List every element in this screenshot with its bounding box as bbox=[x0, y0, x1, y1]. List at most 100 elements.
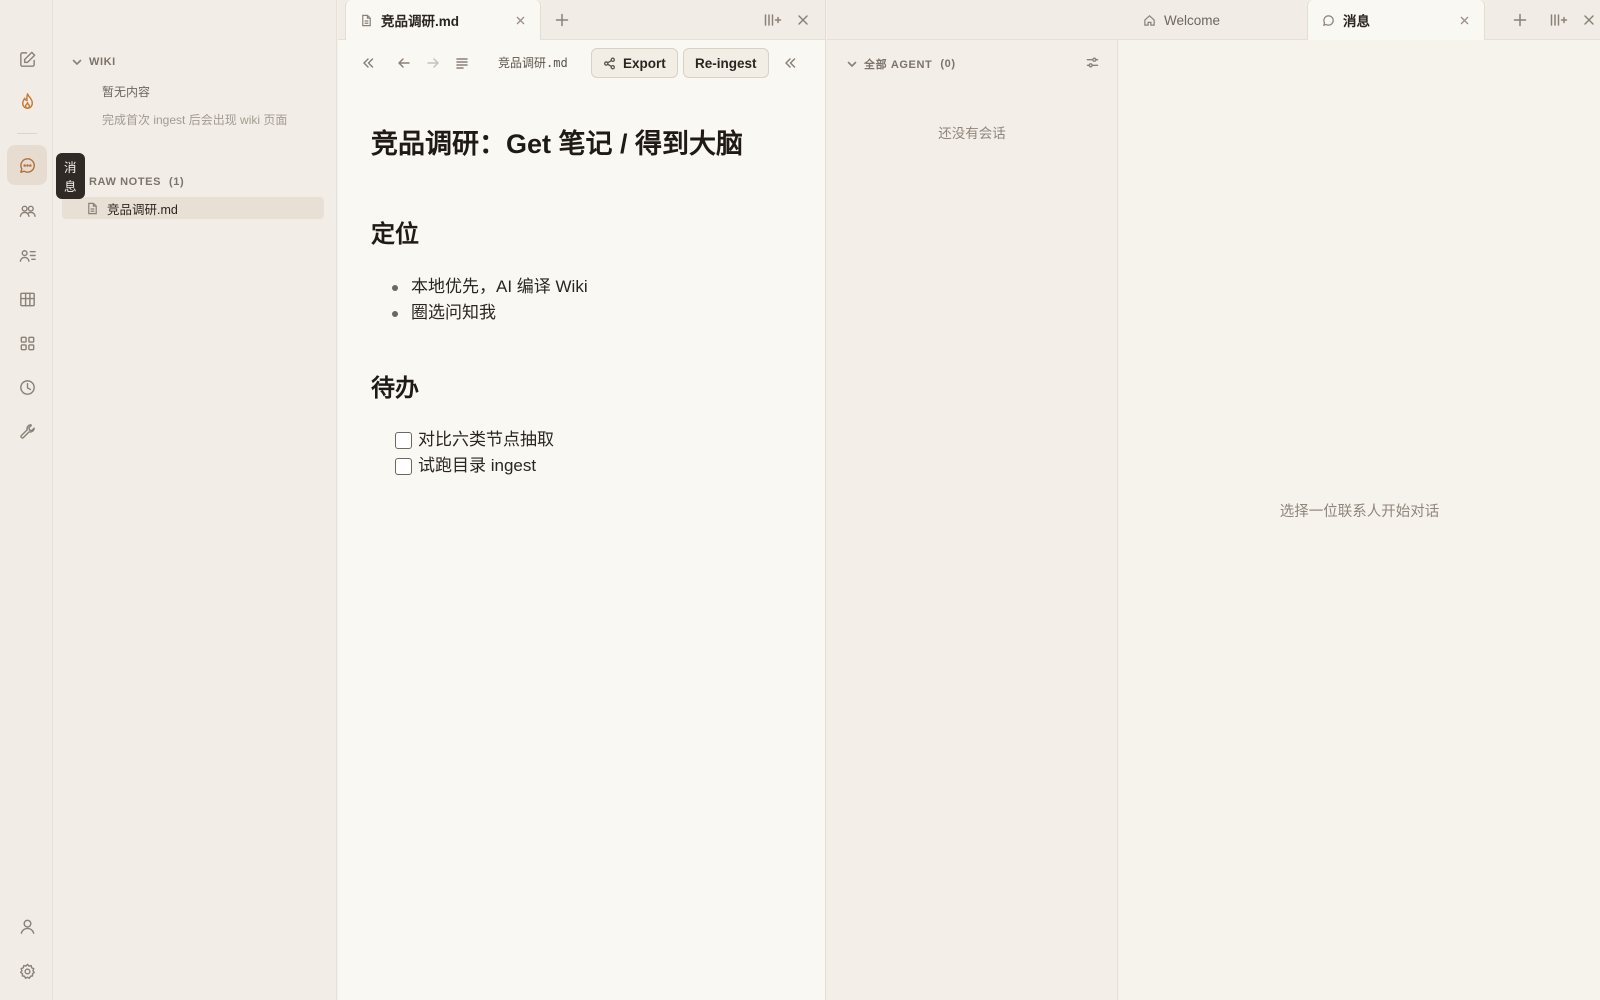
tab-label: 消息 bbox=[1343, 14, 1370, 29]
list-item: 圈选问知我 bbox=[371, 300, 588, 326]
wiki-section-title: WIKI bbox=[89, 56, 116, 68]
chat-icon bbox=[19, 157, 35, 173]
close-pane-button[interactable] bbox=[1579, 10, 1599, 30]
split-icon bbox=[764, 14, 782, 26]
outline-button[interactable] bbox=[452, 53, 472, 73]
collapse-left-button[interactable] bbox=[358, 53, 378, 73]
reingest-label: Re-ingest bbox=[695, 55, 757, 71]
outline-icon bbox=[456, 58, 468, 69]
board-icon bbox=[19, 292, 35, 306]
divider bbox=[17, 133, 37, 134]
chevron-down-icon bbox=[847, 61, 857, 67]
chat-placeholder: 选择一位联系人开始对话 bbox=[1279, 504, 1440, 520]
new-tab-button[interactable] bbox=[1510, 10, 1530, 30]
plus-icon bbox=[555, 13, 569, 27]
forward-button[interactable] bbox=[423, 53, 443, 73]
contacts-button[interactable] bbox=[7, 235, 47, 275]
close-icon bbox=[798, 15, 808, 25]
tab-messages[interactable]: 消息 bbox=[1307, 0, 1485, 40]
agent-header-label: 全部 AGENT bbox=[864, 59, 933, 71]
settings-icon bbox=[19, 963, 35, 979]
wiki-section-header[interactable]: WIKI bbox=[71, 56, 116, 68]
tools-button[interactable] bbox=[7, 411, 47, 451]
share-icon bbox=[604, 57, 615, 69]
tab-competitive-research[interactable]: 竞品调研.md bbox=[345, 0, 541, 40]
file-icon bbox=[88, 202, 97, 214]
arrow-left-icon bbox=[398, 58, 410, 68]
agent-section-header[interactable]: 全部 AGENT (0) bbox=[846, 56, 956, 72]
sliders-icon bbox=[1086, 57, 1098, 67]
arrow-right-icon bbox=[427, 58, 439, 68]
section-heading-positioning: 定位 bbox=[371, 221, 419, 248]
editor-toolbar: 竞品调研.md Export Re-ingest bbox=[338, 40, 825, 86]
filter-button[interactable] bbox=[1082, 52, 1102, 72]
chat-icon bbox=[1322, 14, 1334, 26]
todo-checkbox[interactable] bbox=[395, 431, 412, 449]
activity-bar: 消息 bbox=[0, 0, 85, 1000]
export-button[interactable]: Export bbox=[591, 48, 678, 78]
split-pane-button[interactable] bbox=[762, 10, 784, 30]
bullet-list: 本地优先，AI 编译 Wiki 圈选问知我 bbox=[371, 274, 588, 326]
apps-icon bbox=[20, 336, 34, 350]
split-icon bbox=[1550, 14, 1568, 26]
account-button[interactable] bbox=[7, 906, 47, 946]
chevron-down-icon bbox=[72, 59, 82, 65]
board-button[interactable] bbox=[7, 279, 47, 319]
section-heading-todo: 待办 bbox=[371, 375, 419, 402]
file-icon bbox=[362, 14, 371, 26]
tab-label: Welcome bbox=[1164, 12, 1221, 28]
chat-area: 选择一位联系人开始对话 bbox=[1119, 40, 1600, 1000]
reingest-button[interactable]: Re-ingest bbox=[683, 48, 769, 78]
close-icon bbox=[1584, 15, 1594, 25]
history-button[interactable] bbox=[7, 367, 47, 407]
new-note-button[interactable] bbox=[7, 39, 47, 79]
editor-pane: 竞品调研.md 竞品调研.md Export Re-ingest 竞品调研：Ge… bbox=[338, 0, 826, 1000]
people-icon bbox=[19, 205, 36, 217]
file-item-label: 竞品调研.md bbox=[107, 202, 178, 217]
plus-icon bbox=[1513, 13, 1527, 27]
tab-label: 竞品调研.md bbox=[381, 14, 460, 29]
back-button[interactable] bbox=[394, 53, 414, 73]
home-icon bbox=[1144, 14, 1155, 26]
raw-notes-count: (1) bbox=[169, 176, 185, 188]
close-pane-button[interactable] bbox=[793, 10, 813, 30]
hot-button[interactable] bbox=[7, 81, 47, 121]
messages-button[interactable] bbox=[7, 145, 47, 185]
todo-label: 对比六类节点抽取 bbox=[418, 430, 554, 449]
file-tree-sidebar: WIKI 暂无内容 完成首次 ingest 后会出现 wiki 页面 RAW N… bbox=[53, 0, 337, 1000]
document-title: 竞品调研：Get 笔记 / 得到大脑 bbox=[371, 129, 744, 159]
file-item[interactable]: 竞品调研.md bbox=[62, 197, 324, 219]
editor-tab-strip: 竞品调研.md bbox=[338, 0, 825, 40]
raw-notes-section-header[interactable]: RAW NOTES (1) bbox=[71, 176, 184, 188]
wiki-empty-text: 暂无内容 bbox=[102, 85, 151, 99]
clock-icon bbox=[19, 379, 35, 395]
close-icon[interactable] bbox=[515, 15, 526, 26]
todo-item: 试跑目录 ingest bbox=[371, 453, 554, 479]
todo-checkbox[interactable] bbox=[395, 457, 412, 475]
todo-label: 试跑目录 ingest bbox=[418, 456, 537, 475]
close-icon[interactable] bbox=[1459, 15, 1470, 26]
edit-icon bbox=[19, 51, 35, 67]
agents-button[interactable] bbox=[7, 191, 47, 231]
export-label: Export bbox=[623, 55, 666, 71]
breadcrumb[interactable]: 竞品调研.md bbox=[498, 54, 568, 71]
agent-count: (0) bbox=[940, 58, 956, 70]
todo-list: 对比六类节点抽取 试跑目录 ingest bbox=[371, 427, 554, 479]
split-pane-button[interactable] bbox=[1548, 10, 1570, 30]
collapse-right-button[interactable] bbox=[780, 53, 800, 73]
double-chevron-left-icon bbox=[785, 58, 796, 68]
new-tab-button[interactable] bbox=[552, 10, 572, 30]
settings-button[interactable] bbox=[7, 951, 47, 991]
no-conversations-text: 还没有会话 bbox=[938, 126, 1006, 141]
double-chevron-left-icon bbox=[363, 58, 374, 68]
flame-icon bbox=[21, 92, 33, 109]
tab-welcome[interactable]: Welcome bbox=[1129, 0, 1299, 40]
apps-button[interactable] bbox=[7, 323, 47, 363]
wrench-icon bbox=[19, 423, 35, 439]
contacts-icon bbox=[19, 249, 36, 262]
agent-list-panel: 全部 AGENT (0) 还没有会话 bbox=[827, 40, 1118, 1000]
document-content[interactable]: 竞品调研：Get 笔记 / 得到大脑 定位 本地优先，AI 编译 Wiki 圈选… bbox=[371, 128, 811, 475]
raw-notes-title: RAW NOTES bbox=[89, 176, 162, 188]
wiki-empty-hint: 完成首次 ingest 后会出现 wiki 页面 bbox=[102, 113, 288, 127]
todo-item: 对比六类节点抽取 bbox=[371, 427, 554, 453]
